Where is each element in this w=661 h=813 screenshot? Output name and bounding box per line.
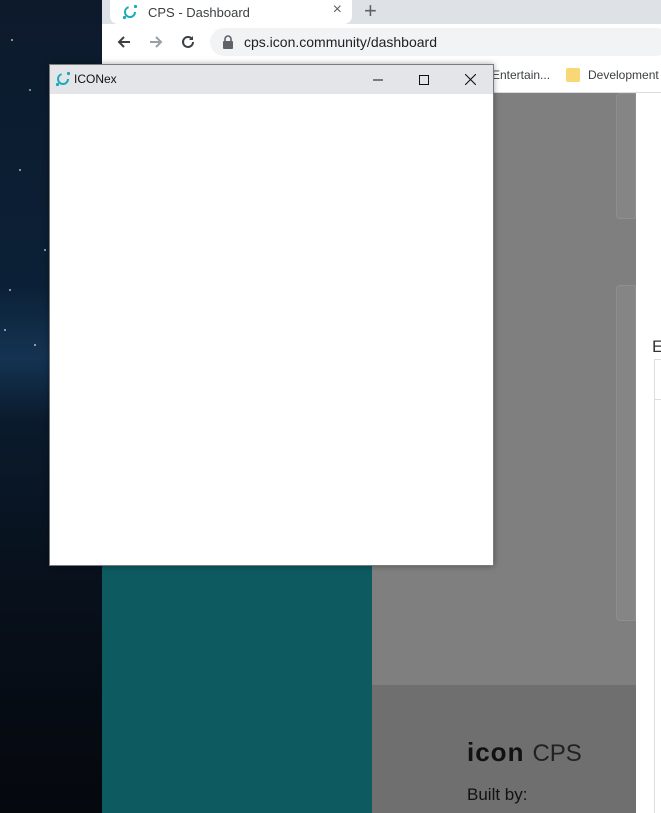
right-panel-heading: E bbox=[652, 337, 661, 356]
page-footer: icon CPS Built by: bbox=[372, 685, 636, 813]
iconex-content bbox=[50, 94, 493, 564]
bookmark-entertainment[interactable]: Entertain... bbox=[492, 68, 550, 82]
folder-icon bbox=[566, 68, 580, 82]
lock-icon bbox=[223, 35, 233, 49]
built-by-label: Built by: bbox=[467, 785, 528, 804]
browser-tab-cps[interactable]: CPS - Dashboard × bbox=[110, 0, 352, 24]
bookmark-development[interactable]: Development bbox=[588, 68, 659, 82]
close-icon bbox=[464, 74, 476, 85]
iconex-titlebar[interactable]: ICONex bbox=[50, 65, 493, 94]
iconex-window[interactable]: ICONex bbox=[49, 64, 494, 566]
back-arrow-icon bbox=[117, 36, 130, 48]
tab-title: CPS - Dashboard bbox=[148, 4, 250, 20]
minimize-icon bbox=[373, 79, 383, 80]
teal-sidebar bbox=[102, 565, 372, 813]
icon-logo-icon bbox=[122, 4, 138, 20]
logo-cps-text: CPS bbox=[532, 740, 582, 767]
right-panel-box bbox=[654, 359, 661, 813]
browser-toolbar: cps.icon.community/dashboard bbox=[102, 24, 661, 60]
forward-button[interactable] bbox=[146, 32, 166, 52]
minimize-button[interactable] bbox=[355, 65, 401, 94]
iconex-window-title: ICONex bbox=[74, 72, 117, 86]
maximize-button[interactable] bbox=[401, 65, 447, 94]
reload-icon bbox=[182, 35, 194, 48]
reload-button[interactable] bbox=[178, 32, 198, 52]
iconex-logo-icon bbox=[55, 71, 71, 87]
address-bar[interactable]: cps.icon.community/dashboard bbox=[210, 28, 661, 56]
url-text: cps.icon.community/dashboard bbox=[244, 34, 437, 50]
icon-cps-logo: icon CPS bbox=[467, 737, 582, 768]
close-button[interactable] bbox=[447, 65, 493, 94]
card-edge bbox=[616, 285, 636, 621]
right-panel: E bbox=[636, 93, 661, 813]
card-edge bbox=[616, 93, 636, 219]
logo-icon-text: icon bbox=[467, 737, 525, 767]
new-tab-button[interactable]: + bbox=[364, 0, 377, 24]
browser-tabstrip: CPS - Dashboard × + bbox=[102, 0, 661, 24]
forward-arrow-icon bbox=[150, 36, 163, 48]
right-panel-box-header bbox=[654, 359, 661, 400]
back-button[interactable] bbox=[114, 32, 134, 52]
maximize-icon bbox=[419, 74, 429, 85]
tab-close-icon[interactable]: × bbox=[333, 1, 342, 19]
